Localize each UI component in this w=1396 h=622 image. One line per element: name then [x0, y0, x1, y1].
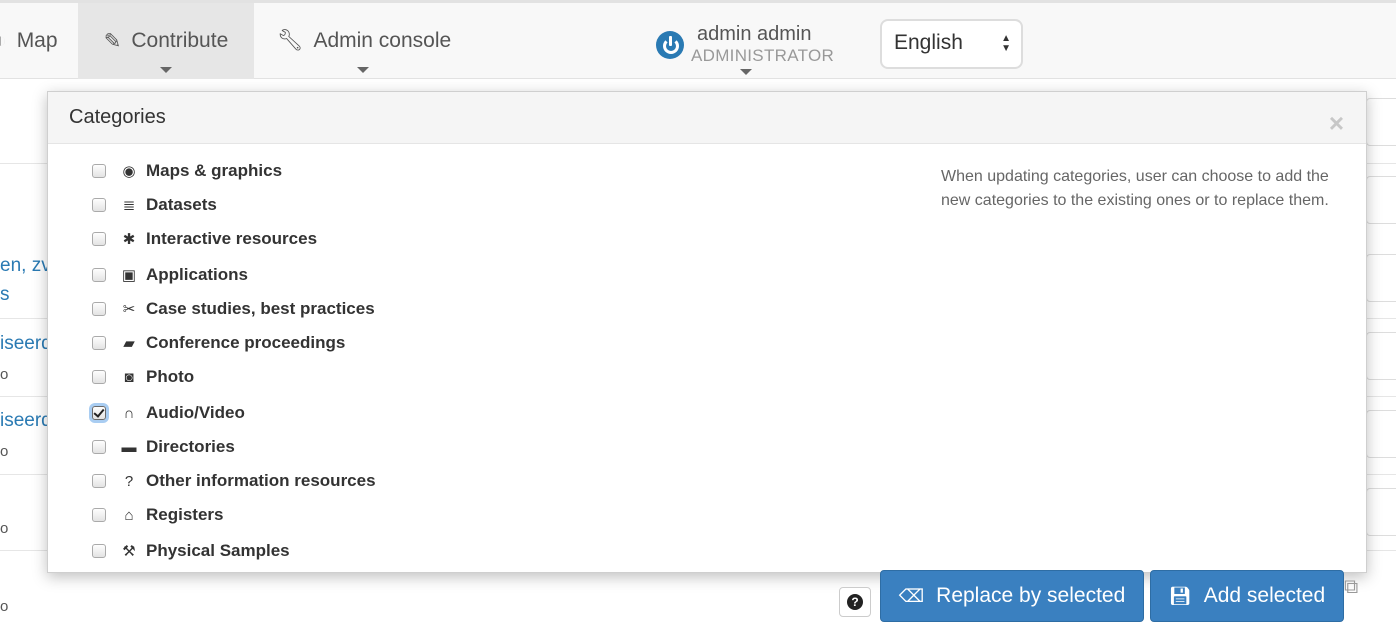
category-item[interactable]: ✂ Case studies, best practices: [92, 296, 375, 322]
camera-icon: ◙: [124, 368, 134, 386]
wrench-icon: ⚒: [122, 543, 136, 560]
globe-icon: ◉: [122, 163, 136, 180]
modal-title: Categories: [69, 106, 166, 128]
pencil-icon: ✎: [103, 30, 122, 53]
category-checkbox[interactable]: [92, 232, 106, 246]
category-item[interactable]: ≣ Datasets: [92, 192, 217, 218]
select-arrows-icon: ▲ ▼: [1001, 33, 1011, 54]
record-action-box[interactable]: [1366, 488, 1396, 536]
category-label: Datasets: [146, 195, 217, 214]
category-checkbox[interactable]: [92, 440, 106, 454]
replace-by-selected-button[interactable]: ⌫ Replace by selected: [880, 570, 1144, 622]
floppy-disk-icon: 💾︎: [1168, 585, 1192, 606]
category-item[interactable]: ? Other information resources: [92, 468, 376, 494]
record-action-box[interactable]: [1366, 176, 1396, 224]
caret-down-icon: [160, 67, 172, 73]
record-link[interactable]: s: [0, 284, 10, 306]
nav-map[interactable]: ◐ Map: [0, 3, 78, 79]
nav-admin-console[interactable]: 🔧︎ Admin console: [254, 3, 474, 79]
category-label: Other information resources: [146, 471, 376, 490]
category-checkbox[interactable]: [92, 336, 106, 350]
category-label: Photo: [146, 367, 195, 386]
record-link[interactable]: en, zv: [0, 255, 51, 277]
nav-contribute-label: Contribute: [131, 29, 229, 52]
category-item[interactable]: ▬ Directories: [92, 434, 235, 460]
category-item[interactable]: ◉ Maps & graphics: [92, 158, 282, 184]
category-label: Case studies, best practices: [146, 299, 375, 318]
add-label: Add selected: [1203, 584, 1326, 607]
eraser-icon: ⌫: [898, 585, 925, 606]
category-checkbox[interactable]: [92, 474, 106, 488]
category-label: Conference proceedings: [146, 333, 346, 352]
nav-map-label: Map: [16, 29, 58, 52]
user-role: ADMINISTRATOR: [691, 46, 835, 65]
paperclip-icon: ✂: [122, 301, 136, 318]
category-label: Registers: [146, 505, 224, 524]
categories-modal: Categories × ◉ Maps & graphics ≣ Datasets ✱ I…: [47, 91, 1367, 573]
top-navbar: ◐ Map ✎ Contribute 🔧︎ Admin console admi…: [0, 0, 1396, 79]
category-checkbox[interactable]: [92, 508, 106, 522]
category-label: Applications: [146, 265, 249, 284]
record-meta: o: [0, 598, 9, 615]
category-item[interactable]: ▣ Applications: [92, 262, 248, 288]
headphones-icon: ∩: [123, 404, 135, 422]
record-link[interactable]: iseerd: [0, 333, 52, 355]
category-checkbox[interactable]: [92, 406, 106, 420]
help-button[interactable]: ?: [839, 587, 871, 617]
category-item[interactable]: ⚒ Physical Samples: [92, 538, 290, 564]
user-name: admin admin: [697, 23, 812, 45]
nav-admin-label: Admin console: [313, 29, 452, 52]
add-selected-button[interactable]: 💾︎ Add selected: [1150, 570, 1344, 622]
category-item[interactable]: ✱ Interactive resources: [92, 226, 317, 252]
record-action-box[interactable]: [1366, 254, 1396, 302]
language-value: English: [894, 31, 963, 54]
caret-down-icon: [740, 69, 752, 75]
modal-header: Categories ×: [48, 92, 1366, 144]
question-icon: ?: [847, 594, 863, 610]
record-action-box[interactable]: [1366, 332, 1396, 380]
category-label: Interactive resources: [146, 229, 318, 248]
gear-icon: ✱: [122, 231, 136, 248]
power-icon: [656, 31, 684, 59]
category-label: Physical Samples: [146, 541, 290, 560]
institution-icon: ⌂: [124, 506, 134, 524]
category-checkbox[interactable]: [92, 164, 106, 178]
record-action-box[interactable]: [1366, 98, 1396, 146]
category-checkbox[interactable]: [92, 302, 106, 316]
category-item[interactable]: ▰ Conference proceedings: [92, 330, 345, 356]
record-meta: o: [0, 443, 9, 460]
category-label: Directories: [146, 437, 235, 456]
category-item[interactable]: ∩ Audio/Video: [92, 400, 245, 426]
record-action-box[interactable]: [1366, 410, 1396, 458]
category-label: Maps & graphics: [146, 161, 283, 180]
category-checkbox[interactable]: [92, 544, 106, 558]
close-icon[interactable]: ×: [1329, 110, 1344, 136]
floppy-disk-icon: ▣: [121, 267, 137, 284]
record-meta: o: [0, 520, 9, 537]
record-link[interactable]: iseerd: [0, 410, 52, 432]
category-checkbox[interactable]: [92, 268, 106, 282]
caret-down-icon: [357, 67, 369, 73]
book-icon: ▰: [123, 335, 135, 352]
category-checkbox[interactable]: [92, 198, 106, 212]
category-item[interactable]: ⌂ Registers: [92, 502, 223, 528]
category-checkbox[interactable]: [92, 370, 106, 384]
folder-icon: ▬: [121, 438, 137, 456]
nav-contribute[interactable]: ✎ Contribute: [78, 3, 254, 79]
wrench-icon: 🔧︎: [276, 29, 304, 52]
globe-icon: ◐: [0, 29, 7, 52]
question-icon: ?: [124, 472, 134, 490]
record-meta: o: [0, 366, 9, 383]
category-label: Audio/Video: [146, 403, 245, 422]
copy-icon[interactable]: ⧉: [1344, 576, 1366, 604]
database-icon: ≣: [122, 197, 136, 214]
category-item[interactable]: ◙ Photo: [92, 364, 194, 390]
help-text: When updating categories, user can choos…: [941, 168, 1329, 209]
user-menu[interactable]: admin admin ADMINISTRATOR: [656, 23, 856, 75]
language-select[interactable]: English ▲ ▼: [880, 19, 1023, 69]
replace-label: Replace by selected: [936, 584, 1126, 607]
